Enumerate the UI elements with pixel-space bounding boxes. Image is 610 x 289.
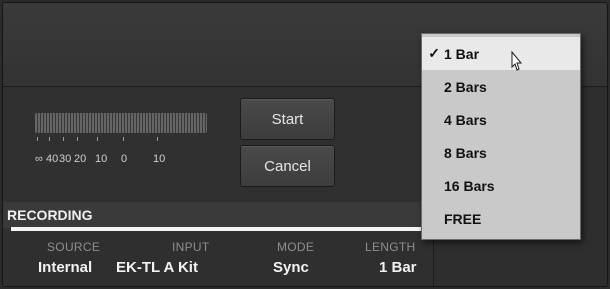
meter-scale: ∞ 40 30 20 10 0 10 (35, 153, 215, 167)
meter-scale-label: ∞ (35, 153, 43, 165)
recording-header: RECORDING (3, 202, 433, 228)
meter-scale-label: 40 (46, 153, 59, 165)
mode-value[interactable]: Sync (273, 259, 309, 276)
menu-item-2-bars[interactable]: 2 Bars (422, 70, 580, 103)
menu-item-label: 16 Bars (444, 177, 495, 194)
meter-scale-label: 0 (121, 153, 128, 165)
length-label: LENGTH (365, 240, 416, 254)
pointer-cursor-icon (511, 50, 523, 71)
menu-item-1-bar[interactable]: ✓ 1 Bar (422, 37, 580, 70)
source-label: SOURCE (47, 240, 101, 254)
meter-scale-label: 30 (59, 153, 72, 165)
input-label: INPUT (172, 240, 210, 254)
menu-item-label: 1 Bar (444, 45, 480, 62)
length-dropdown-menu: ✓ 1 Bar 2 Bars 4 Bars 8 Bars 16 Bars FRE… (421, 33, 581, 240)
meter-ticks (35, 137, 207, 143)
length-value[interactable]: 1 Bar (379, 259, 417, 276)
mode-label: MODE (277, 240, 315, 254)
input-level-meter (35, 113, 207, 133)
input-value[interactable]: EK-TL A Kit (116, 259, 198, 276)
menu-item-8-bars[interactable]: 8 Bars (422, 136, 580, 169)
recording-title: RECORDING (7, 207, 93, 223)
menu-item-free[interactable]: FREE (422, 202, 580, 235)
menu-item-label: 4 Bars (444, 111, 487, 128)
start-button[interactable]: Start (240, 98, 335, 140)
meter-scale-label: 10 (95, 153, 108, 165)
meter-scale-label: 10 (153, 153, 166, 165)
source-value[interactable]: Internal (38, 259, 92, 276)
menu-item-16-bars[interactable]: 16 Bars (422, 169, 580, 202)
menu-item-4-bars[interactable]: 4 Bars (422, 103, 580, 136)
meter-scale-label: 20 (74, 153, 87, 165)
cancel-button[interactable]: Cancel (240, 145, 335, 187)
checkmark-icon: ✓ (428, 45, 440, 61)
menu-item-label: FREE (444, 210, 482, 227)
menu-item-label: 2 Bars (444, 78, 487, 95)
menu-item-label: 8 Bars (444, 144, 487, 161)
